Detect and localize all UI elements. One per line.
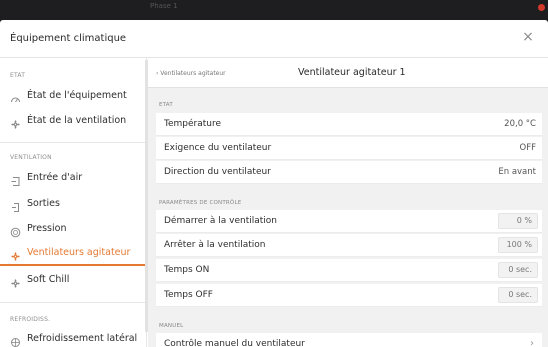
sidebar-section-refroidissement: REFROIDISS. — [10, 316, 51, 323]
panel-title: Ventilateur agitateur 1 — [298, 67, 406, 78]
row-label: Exigence du ventilateur — [164, 143, 272, 153]
row-label: Température — [164, 119, 222, 129]
back-link[interactable]: ‹ Ventilateurs agitateur — [156, 70, 226, 77]
row-exigence-ventilateur: Exigence du ventilateur OFF — [156, 137, 542, 160]
sidebar-item-label: État de la ventilation — [27, 115, 127, 126]
sidebar-item-soft-chill[interactable]: Soft Chill — [0, 269, 145, 293]
chevron-right-icon: › — [530, 338, 534, 347]
notification-badge — [538, 4, 545, 11]
active-item-indicator — [0, 264, 145, 266]
value-field[interactable]: 100 % — [498, 237, 538, 253]
row-demarrer-ventilation[interactable]: Démarrer à la ventilation 0 % — [156, 210, 542, 233]
fan-icon — [10, 115, 21, 129]
gauge-icon — [10, 90, 21, 103]
dialog-title: Équipement climatique — [10, 33, 127, 44]
row-temps-off[interactable]: Temps OFF 0 sec. — [156, 284, 542, 307]
sidebar-item-label: Refroidissement latéral — [27, 333, 138, 344]
sidebar-item-etat-ventilation[interactable]: État de la ventilation — [0, 110, 145, 134]
close-icon[interactable]: × — [521, 30, 535, 44]
row-arreter-ventilation[interactable]: Arrêter à la ventilation 100 % — [156, 234, 542, 257]
sidebar-item-label: Sorties — [27, 198, 60, 209]
row-label: Temps OFF — [164, 290, 213, 300]
value-field[interactable]: 0 % — [498, 213, 538, 229]
sidebar-item-label: Soft Chill — [27, 274, 70, 285]
sidebar-divider — [0, 142, 145, 143]
sidebar-item-refroidissement-lateral[interactable]: Refroidissement latéral — [0, 328, 145, 347]
sidebar-item-label: État de l'équipement — [27, 90, 127, 101]
row-direction-ventilateur: Direction du ventilateur En avant — [156, 161, 542, 184]
outlet-icon — [10, 198, 21, 212]
row-value: En avant — [498, 167, 536, 177]
row-label: Arrêter à la ventilation — [164, 240, 266, 250]
detail-panel: ‹ Ventilateurs agitateur Ventilateur agi… — [148, 58, 548, 347]
cooling-icon — [10, 333, 21, 347]
row-label: Contrôle manuel du ventilateur — [164, 339, 305, 347]
sidebar-item-etat-equipement[interactable]: État de l'équipement — [0, 85, 145, 109]
value-field[interactable]: 0 sec. — [498, 287, 538, 303]
row-label: Direction du ventilateur — [164, 167, 271, 177]
row-value: OFF — [519, 143, 536, 153]
row-temperature: Température 20,0 °C — [156, 113, 542, 136]
sidebar-item-sorties[interactable]: Sorties — [0, 193, 145, 217]
sidebar-item-ventilateurs-agitateur[interactable]: Ventilateurs agitateur — [0, 242, 145, 266]
sidebar: ETAT État de l'équipement État de la ven… — [0, 58, 147, 347]
sidebar-item-label: Entrée d'air — [27, 172, 83, 183]
fan-icon — [10, 247, 21, 261]
row-temps-on[interactable]: Temps ON 0 sec. — [156, 259, 542, 282]
background-window-title: Phase 1 — [150, 2, 178, 10]
row-label: Démarrer à la ventilation — [164, 216, 277, 226]
group-label-etat: ETAT — [159, 102, 173, 108]
row-value: 20,0 °C — [504, 119, 536, 129]
fan-icon — [10, 274, 21, 288]
sidebar-item-label: Pression — [27, 223, 67, 234]
sidebar-item-pression[interactable]: Pression — [0, 218, 145, 242]
row-label: Temps ON — [164, 265, 210, 275]
sidebar-item-entree-air[interactable]: Entrée d'air — [0, 167, 145, 191]
climate-equipment-dialog: Équipement climatique × ETAT État de l'é… — [0, 20, 548, 347]
detail-topbar: ‹ Ventilateurs agitateur Ventilateur agi… — [148, 58, 548, 88]
sidebar-section-ventilation: VENTILATION — [10, 154, 52, 161]
sidebar-item-label: Ventilateurs agitateur — [27, 247, 131, 258]
inlet-icon — [10, 172, 21, 186]
background-window-bar — [0, 0, 548, 22]
row-controle-manuel[interactable]: Contrôle manuel du ventilateur › — [156, 333, 542, 347]
dialog-header: Équipement climatique × — [0, 20, 548, 58]
group-label-parametres: PARAMÈTRES DE CONTRÔLE — [159, 200, 242, 206]
value-field[interactable]: 0 sec. — [498, 262, 538, 278]
sidebar-divider — [0, 302, 145, 303]
sidebar-section-etat: ETAT — [10, 72, 26, 79]
group-label-manuel: MANUEL — [159, 323, 184, 329]
pressure-icon — [10, 223, 21, 238]
